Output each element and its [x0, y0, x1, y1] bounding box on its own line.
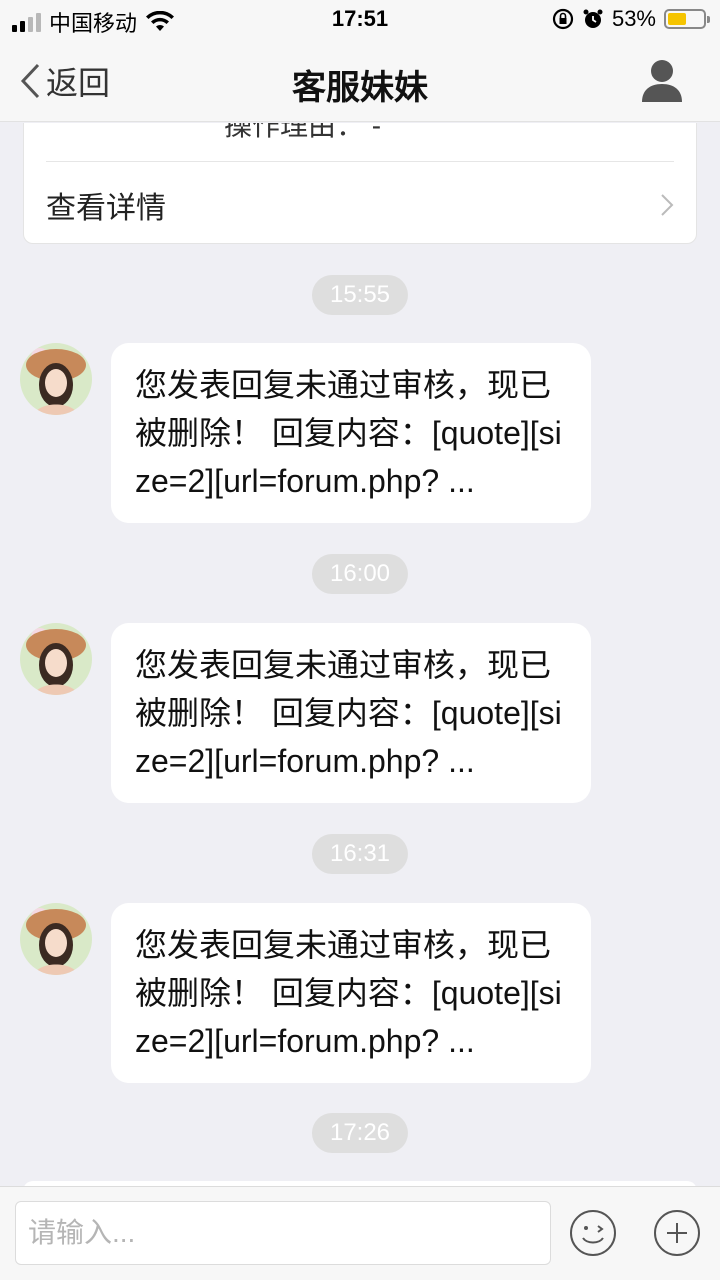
- notice-card: 操作理由： - 查看详情: [23, 123, 697, 244]
- alarm-icon: [583, 9, 603, 28]
- avatar[interactable]: [20, 903, 92, 975]
- status-bar: 中国移动 17:51 53%: [0, 0, 720, 40]
- view-details-link[interactable]: 查看详情: [46, 166, 674, 244]
- message-bubble[interactable]: 您发表回复未通过审核，现已被删除！ 回复内容：[quote][size=2][u…: [111, 903, 591, 1083]
- battery-icon: [664, 9, 710, 29]
- message-bubble[interactable]: 您发表回复未通过审核，现已被删除！ 回复内容：[quote][size=2][u…: [111, 343, 591, 523]
- input-bar: [0, 1186, 720, 1280]
- avatar[interactable]: [20, 623, 92, 695]
- battery-fill: [668, 13, 687, 25]
- message-input[interactable]: [15, 1201, 551, 1265]
- view-details-label: 查看详情: [46, 192, 166, 225]
- plus-icon[interactable]: [653, 1209, 701, 1257]
- page-title: 客服妹妹: [292, 69, 428, 107]
- user-profile-icon[interactable]: [640, 58, 684, 104]
- chat-content[interactable]: 操作理由： - 查看详情 15:55 您发表回复未通过审核，现已被删除！ 回复内…: [0, 123, 720, 1186]
- battery-percent: 53%: [611, 6, 656, 31]
- timestamp-pill: 16:00: [311, 554, 409, 594]
- message-bubble[interactable]: 您发表回复未通过审核，现已被删除！ 回复内容：[quote][size=2][u…: [111, 623, 591, 803]
- nav-bar: 返回 客服妹妹: [0, 40, 720, 122]
- avatar[interactable]: [20, 343, 92, 415]
- chevron-right-icon: [661, 194, 674, 216]
- emoji-icon[interactable]: [569, 1209, 617, 1257]
- card-divider: [46, 161, 674, 162]
- notice-reason: 操作理由： -: [224, 123, 382, 141]
- timestamp-pill: 17:26: [311, 1113, 409, 1153]
- timestamp-pill: 15:55: [311, 275, 409, 315]
- rotation-lock-icon: [552, 8, 574, 30]
- timestamp-pill: 16:31: [311, 834, 409, 874]
- status-right: 53%: [552, 6, 710, 32]
